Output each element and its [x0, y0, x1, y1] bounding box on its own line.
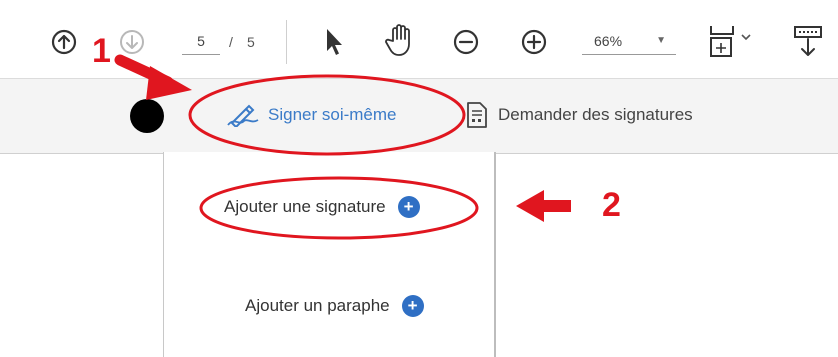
page-separator: /	[229, 34, 233, 50]
zoom-dropdown[interactable]: 66% ▼	[582, 28, 676, 55]
print-icon[interactable]	[792, 24, 824, 60]
panel-divider	[494, 152, 496, 357]
request-signatures-button[interactable]: Demander des signatures	[466, 100, 693, 130]
sign-toolbar	[0, 78, 838, 154]
arrow-up-circle-icon[interactable]	[50, 28, 78, 56]
zoom-in-icon[interactable]	[520, 28, 548, 56]
request-document-icon	[467, 102, 487, 128]
total-pages: 5	[247, 34, 255, 50]
arrow-down-circle-icon[interactable]	[118, 28, 146, 56]
zoom-value: 66%	[594, 33, 623, 49]
main-toolbar: 5 / 5 66% ▼	[0, 0, 838, 78]
add-initials-plus-icon[interactable]: +	[401, 295, 424, 317]
toolbar-divider	[286, 20, 287, 64]
add-signature-plus-icon[interactable]: +	[397, 196, 420, 218]
step-2-label: 2	[602, 186, 621, 224]
arrow-2-icon	[516, 190, 571, 222]
step-1-label: 1	[92, 32, 111, 70]
add-signature-menu-item[interactable]: Ajouter une signature +	[224, 196, 420, 218]
pen-sign-icon	[227, 104, 259, 127]
add-initials-label: Ajouter un paraphe	[245, 296, 390, 315]
fit-page-icon[interactable]	[708, 24, 756, 60]
color-swatch[interactable]	[130, 99, 164, 133]
zoom-out-icon[interactable]	[452, 28, 480, 56]
sign-dropdown-panel	[163, 152, 495, 357]
add-signature-label: Ajouter une signature	[224, 197, 386, 216]
page-number-input[interactable]: 5	[182, 28, 220, 55]
request-signatures-label: Demander des signatures	[498, 105, 693, 124]
hand-tool-icon[interactable]	[384, 22, 418, 58]
sign-self-button[interactable]: Signer soi-même	[226, 100, 397, 130]
chevron-down-icon: ▼	[656, 35, 666, 46]
add-initials-menu-item[interactable]: Ajouter un paraphe +	[245, 295, 424, 317]
select-arrow-icon[interactable]	[322, 26, 346, 58]
sign-self-label: Signer soi-même	[268, 105, 397, 124]
